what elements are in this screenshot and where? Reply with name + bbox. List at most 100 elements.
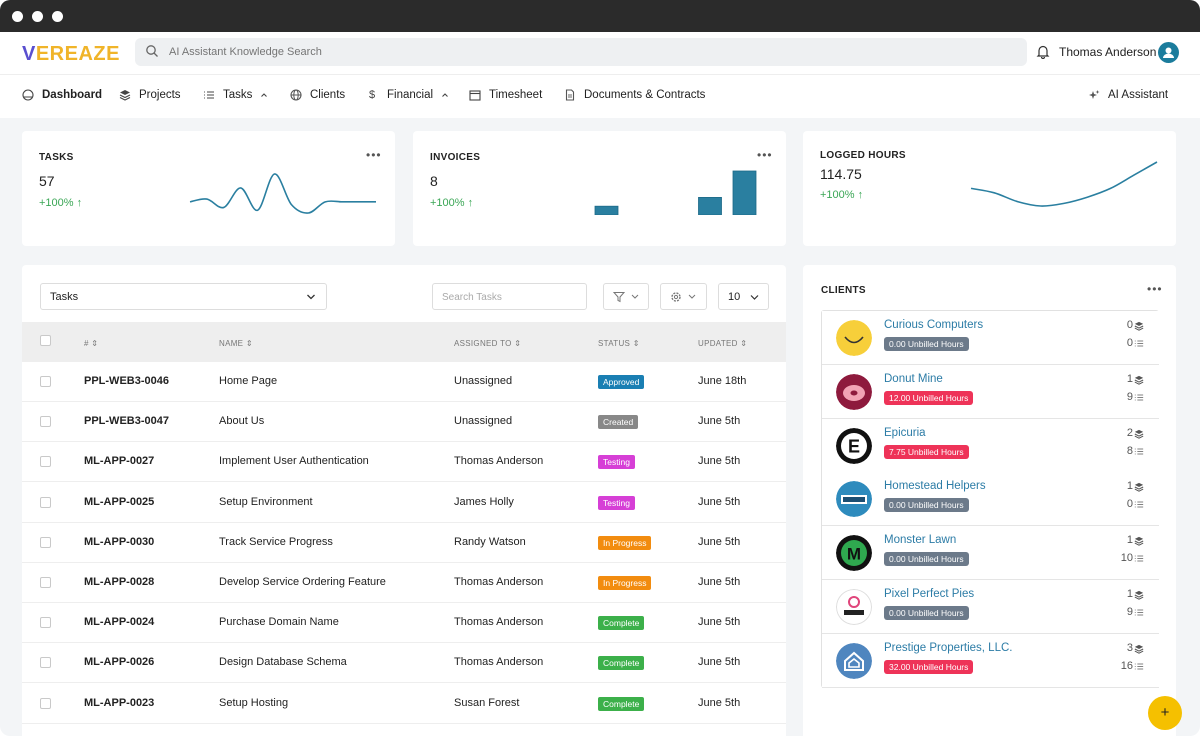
user-name[interactable]: Thomas Anderson [1059,45,1156,59]
tasks-select-value: Tasks [50,291,79,303]
task-id[interactable]: ML-APP-0028 [84,576,154,588]
tasks-stat-card: TASKS 57 +100% ↑ ••• [22,131,395,246]
row-checkbox[interactable] [40,416,51,428]
task-id[interactable]: ML-APP-0027 [84,455,154,467]
task-id[interactable]: ML-APP-0026 [84,656,154,668]
project-count: 3 [1126,641,1133,654]
row-checkbox[interactable] [40,536,51,548]
task-id[interactable]: ML-APP-0023 [84,697,154,709]
col-num[interactable]: # ⇕ [84,339,98,348]
client-name[interactable]: Monster Lawn [884,534,956,546]
globe-icon [290,89,302,101]
more-icon[interactable]: ••• [757,148,773,162]
task-name: Develop Service Ordering Feature [219,576,386,588]
col-updated[interactable]: UPDATED ⇕ [698,339,747,348]
nav-timesheet[interactable]: Timesheet [469,89,542,101]
row-checkbox[interactable] [40,577,51,588]
top-bar: VEREAZE Thomas Anderson [0,32,1200,74]
nav-documents[interactable]: Documents & Contracts [564,89,705,101]
window-dot-maximize[interactable] [52,11,63,22]
nav-clients[interactable]: Clients [290,89,345,101]
task-id[interactable]: PPL-WEB3-0046 [84,375,169,387]
filter-icon [613,292,625,303]
nav-dashboard[interactable]: Dashboard [22,89,102,101]
task-id[interactable]: ML-APP-0024 [84,616,154,628]
unbilled-hours-badge: 7.75 Unbilled Hours [884,444,969,459]
col-status-label: STATUS [598,339,631,348]
add-fab-button[interactable]: + [1148,696,1182,730]
select-all-checkbox[interactable] [40,335,51,346]
row-checkbox[interactable] [40,657,51,669]
task-id[interactable]: ML-APP-0025 [84,496,154,508]
nav-financial[interactable]: $ Financial [369,89,449,101]
client-list-item[interactable]: Pixel Perfect Pies 0.00 Unbilled Hours 1 9 [822,580,1159,634]
knowledge-search[interactable] [135,38,1027,66]
chevron-up-icon [261,93,268,97]
client-name[interactable]: Donut Mine [884,373,943,385]
status-badge: Complete [598,696,645,711]
col-status[interactable]: STATUS ⇕ [598,339,640,348]
table-row[interactable]: PPL-WEB3-0046 Home Page Unassigned Approved… [22,362,786,402]
app-window: VEREAZE Thomas Anderson Dashboard Projec… [0,0,1200,736]
series-line [970,161,1158,207]
nav-tasks[interactable]: Tasks [203,89,268,101]
invoices-bar-chart [594,170,757,215]
client-list-item[interactable]: M Monster Lawn 0.00 Unbilled Hours 1 10 [822,526,1159,581]
row-checkbox[interactable] [40,697,51,709]
invoices-stat-card: INVOICES 8 +100% ↑ ••• [413,131,786,246]
nav-projects[interactable]: Projects [119,89,181,101]
list-icon [1134,394,1144,401]
row-checkbox[interactable] [40,376,51,387]
row-checkbox[interactable] [40,456,51,468]
client-name[interactable]: Homestead Helpers [884,480,986,492]
table-row[interactable]: ML-APP-0025 Setup Environment James Holly T… [22,482,786,523]
col-name[interactable]: NAME ⇕ [219,339,253,348]
table-row[interactable]: ML-APP-0027 Implement User Authentication… [22,442,786,483]
window-dot-minimize[interactable] [32,11,43,22]
table-row[interactable]: ML-APP-0028 Develop Service Ordering Feat… [22,563,786,603]
task-updated: June 5th [698,576,741,588]
row-checkbox[interactable] [40,617,51,629]
row-checkbox[interactable] [40,496,51,508]
table-row[interactable]: ML-APP-0024 Purchase Domain Name Thomas An… [22,603,786,644]
task-updated: June 5th [698,455,741,468]
nav-tasks-label: Tasks [223,89,253,101]
client-list-item[interactable]: Prestige Properties, LLC. 32.00 Unbilled … [822,633,1159,688]
table-row[interactable]: PPL-WEB3-0047 About Us Unassigned Created Ju… [22,402,786,443]
table-header: # ⇕ NAME ⇕ ASSIGNED TO ⇕ STATUS ⇕ UPDATE… [22,322,786,362]
task-count: 0 [1126,498,1133,511]
app-logo[interactable]: VEREAZE [22,43,120,66]
col-assigned[interactable]: ASSIGNED TO ⇕ [454,339,521,348]
client-name[interactable]: Epicuria [884,427,926,439]
svg-text:E: E [848,436,860,456]
avatar[interactable] [1158,42,1179,63]
task-id[interactable]: PPL-WEB3-0047 [84,415,169,427]
task-assigned: James Holly [454,495,514,508]
filter-button[interactable] [603,283,649,310]
task-id[interactable]: ML-APP-0030 [84,536,154,548]
search-tasks-field[interactable]: Search Tasks [432,283,587,310]
table-row[interactable]: ML-APP-0026 Design Database Schema Thomas … [22,643,786,684]
more-icon[interactable]: ••• [366,148,382,162]
nav-documents-label: Documents & Contracts [584,89,706,101]
table-row[interactable]: ML-APP-0023 Setup Hosting Susan Forest Comp… [22,683,786,724]
client-list-item[interactable]: Donut Mine 12.00 Unbilled Hours 1 9 [822,364,1159,419]
settings-button[interactable] [660,283,707,310]
client-name[interactable]: Curious Computers [884,319,983,331]
client-list-item[interactable]: Homestead Helpers 0.00 Unbilled Hours 1 0 [822,472,1159,527]
client-name[interactable]: Pixel Perfect Pies [884,588,974,600]
status-badge: Approved [598,375,645,389]
task-updated: June 5th [698,656,741,669]
page-size-select[interactable]: 10 [718,283,769,310]
more-icon[interactable]: ••• [1147,282,1163,296]
client-list-item[interactable]: E Epicuria 7.75 Unbilled Hours 2 8 [822,418,1159,473]
tasks-select[interactable]: Tasks [40,283,327,310]
nav-ai-assistant[interactable]: AI Assistant [1088,89,1168,101]
homestead-logo-icon [836,481,872,518]
window-dot-close[interactable] [12,11,23,22]
bell-icon[interactable] [1036,44,1050,59]
table-row[interactable]: ML-APP-0030 Track Service Progress Randy W… [22,522,786,563]
search-input[interactable] [169,38,969,66]
client-list-item[interactable]: Curious Computers 0.00 Unbilled Hours 0 0 [822,311,1159,365]
client-name[interactable]: Prestige Properties, LLC. [884,642,1012,654]
